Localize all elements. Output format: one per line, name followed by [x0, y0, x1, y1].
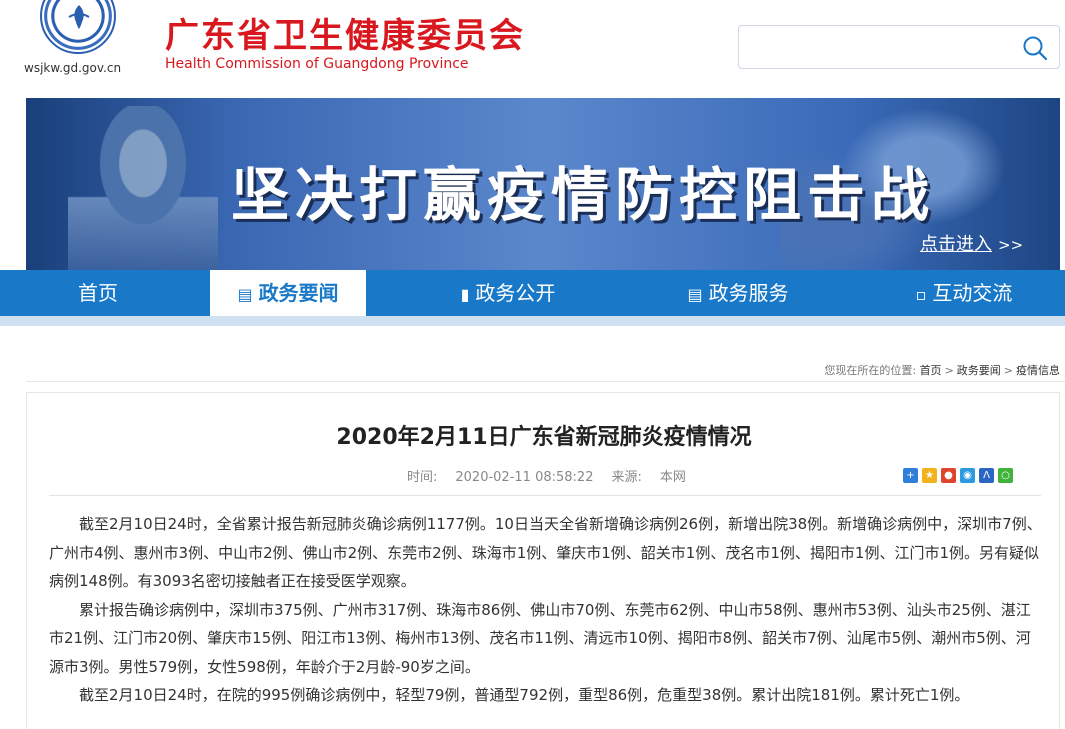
double-chevron-right-icon: >>: [998, 236, 1024, 254]
site-domain: wsjkw.gd.gov.cn: [24, 61, 122, 75]
article-time: 时间: 2020-02-11 08:58:22: [407, 470, 594, 485]
article-title: 2020年2月11日广东省新冠肺炎疫情情况: [336, 425, 752, 450]
search-icon[interactable]: [1021, 34, 1049, 62]
nav-item-service[interactable]: ▤ 政务服务: [660, 270, 816, 316]
news-icon: ▤: [237, 285, 253, 304]
banner-doctor-image: [68, 106, 218, 270]
nav-underline: [0, 316, 1065, 326]
nav-item-interaction[interactable]: ▫ 互动交流: [886, 270, 1042, 316]
nav-item-label: 首页: [78, 281, 118, 305]
nav-item-public[interactable]: ▮ 政务公开: [430, 270, 586, 316]
article-body: 截至2月10日24时，全省累计报告新冠肺炎确诊病例1177例。10日当天全省新增…: [49, 510, 1043, 710]
nav-item-label: 政务服务: [708, 281, 789, 305]
share-toolbar: + ★ ● ◉ Λ ○: [899, 465, 1013, 483]
breadcrumb-epidemic-info[interactable]: 疫情信息: [1016, 364, 1060, 377]
emblem-icon: [68, 5, 90, 29]
renren-icon[interactable]: Λ: [979, 468, 994, 483]
article: 2020年2月11日广东省新冠肺炎疫情情况 时间: 2020-02-11 08:5…: [26, 392, 1060, 729]
nav-item-label: 政务要闻: [258, 281, 339, 305]
site-header: wsjkw.gd.gov.cn 广东省卫生健康委员会 Health Commis…: [0, 0, 1065, 96]
nav-item-label: 政务公开: [475, 281, 556, 305]
nav-item-label: 互动交流: [932, 281, 1013, 305]
article-paragraph: 截至2月10日24时，全省累计报告新冠肺炎确诊病例1177例。10日当天全省新增…: [49, 515, 1042, 590]
qzone-icon[interactable]: ★: [922, 468, 937, 483]
weibo-icon[interactable]: ●: [941, 468, 956, 483]
search-input[interactable]: [749, 34, 1009, 60]
article-paragraph: 累计报告确诊病例中，深圳市375例、广州市317例、珠海市86例、佛山市70例、…: [49, 600, 1031, 676]
banner-title: 坚决打赢疫情防控阻击战: [231, 161, 936, 229]
nav-item-home[interactable]: 首页: [20, 270, 176, 316]
org-name-en: Health Commission of Guangdong Province: [165, 56, 469, 72]
breadcrumb-separator: >: [944, 364, 954, 377]
banner-enter-label: 点击进入: [920, 234, 992, 255]
breadcrumb-home[interactable]: 首页: [920, 364, 942, 377]
nav-item-news[interactable]: ▤ 政务要闻: [210, 270, 366, 316]
tencent-icon[interactable]: ◉: [960, 468, 975, 483]
epidemic-banner[interactable]: 坚决打赢疫情防控阻击战 点击进入 >>: [26, 98, 1060, 270]
main-nav: 首页 ▤ 政务要闻 ▮ 政务公开 ▤ 政务服务 ▫ 互动交流: [0, 270, 1065, 316]
breadcrumb-separator: >: [1003, 364, 1013, 377]
org-name-cn[interactable]: 广东省卫生健康委员会: [165, 8, 525, 57]
breadcrumb-news[interactable]: 政务要闻: [957, 364, 1001, 377]
share-plus-icon[interactable]: +: [903, 468, 918, 483]
book-icon: ▮: [460, 285, 470, 304]
chat-icon: ▫: [915, 285, 927, 304]
banner-enter-link[interactable]: 点击进入 >>: [920, 230, 1023, 256]
breadcrumb-prefix: 您现在所在的位置:: [824, 364, 917, 377]
wechat-icon[interactable]: ○: [998, 468, 1013, 483]
breadcrumb: 您现在所在的位置: 首页 > 政务要闻 > 疫情信息: [824, 362, 1060, 378]
emblem-logo[interactable]: [40, 0, 116, 54]
article-meta: 时间: 2020-02-11 08:58:22 来源: 本网: [407, 466, 686, 485]
article-paragraph: 截至2月10日24时，在院的995例确诊病例中，轻型79例，普通型792例，重型…: [79, 686, 970, 704]
document-icon: ▤: [687, 285, 703, 304]
article-source: 来源: 本网: [611, 470, 686, 485]
article-divider: [49, 495, 1041, 496]
breadcrumb-area: 您现在所在的位置: 首页 > 政务要闻 > 疫情信息: [26, 326, 1065, 382]
search-box: [738, 25, 1060, 69]
